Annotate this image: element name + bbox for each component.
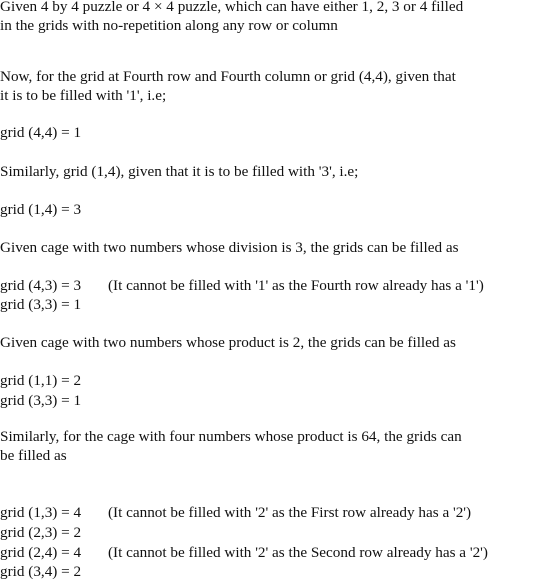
line-text: grid (1,3) = 4 xyxy=(0,504,82,521)
text-line: it is to be filled with '1', i.e; xyxy=(0,87,166,105)
line-text: grid (2,3) = 2 xyxy=(0,524,82,541)
line-text: grid (3,3) = 1 xyxy=(0,392,82,409)
text-line: Given cage with two numbers whose divisi… xyxy=(0,239,459,257)
line-note: (It cannot be filled with '1' as the Fou… xyxy=(108,277,484,294)
text-line: grid (3,4) = 2 xyxy=(0,563,81,581)
text-line: grid (4,3) = 3 (It cannot be filled with … xyxy=(0,277,484,295)
line-text: grid (1,4) = 3 xyxy=(0,201,82,218)
line-note: (It cannot be filled with '2' as the Sec… xyxy=(108,544,488,561)
text-line: be filled as xyxy=(0,447,67,465)
line-text: it is to be filled with '1', i.e; xyxy=(0,87,167,104)
line-text: in the grids with no-repetition along an… xyxy=(0,17,338,34)
text-line: grid (2,4) = 4 (It cannot be filled with … xyxy=(0,544,488,562)
line-text: Given cage with two numbers whose divisi… xyxy=(0,239,459,256)
text-line: grid (1,4) = 3 xyxy=(0,201,81,219)
line-text: be filled as xyxy=(0,447,67,464)
line-text: Similarly, for the cage with four number… xyxy=(0,428,462,445)
text-line: grid (1,1) = 2 xyxy=(0,372,81,390)
line-text: Now, for the grid at Fourth row and Four… xyxy=(0,68,456,85)
text-line: grid (4,4) = 1 xyxy=(0,124,81,142)
line-text: grid (4,4) = 1 xyxy=(0,124,82,141)
line-text: grid (3,4) = 2 xyxy=(0,563,82,580)
line-text: grid (4,3) = 3 xyxy=(0,277,82,294)
text-line: Given 4 by 4 puzzle or 4 × 4 puzzle, whi… xyxy=(0,0,463,16)
text-line: in the grids with no-repetition along an… xyxy=(0,17,338,35)
line-text: grid (3,3) = 1 xyxy=(0,296,82,313)
text-line: Similarly, grid (1,4), given that it is … xyxy=(0,163,358,181)
text-line: grid (3,3) = 1 xyxy=(0,392,81,410)
text-line: Given cage with two numbers whose produc… xyxy=(0,334,456,352)
text-line: grid (1,3) = 4 (It cannot be filled with … xyxy=(0,504,471,522)
text-line: Now, for the grid at Fourth row and Four… xyxy=(0,68,456,86)
line-text: Similarly, grid (1,4), given that it is … xyxy=(0,163,359,180)
text-line: Similarly, for the cage with four number… xyxy=(0,428,462,446)
line-text: Given 4 by 4 puzzle or 4 × 4 puzzle, whi… xyxy=(0,0,464,15)
line-text: grid (1,1) = 2 xyxy=(0,372,82,389)
line-text: Given cage with two numbers whose produc… xyxy=(0,334,456,351)
line-text: grid (2,4) = 4 xyxy=(0,544,82,561)
text-line: grid (2,3) = 2 xyxy=(0,524,81,542)
text-line: grid (3,3) = 1 xyxy=(0,296,81,314)
line-note: (It cannot be filled with '2' as the Fir… xyxy=(108,504,472,521)
